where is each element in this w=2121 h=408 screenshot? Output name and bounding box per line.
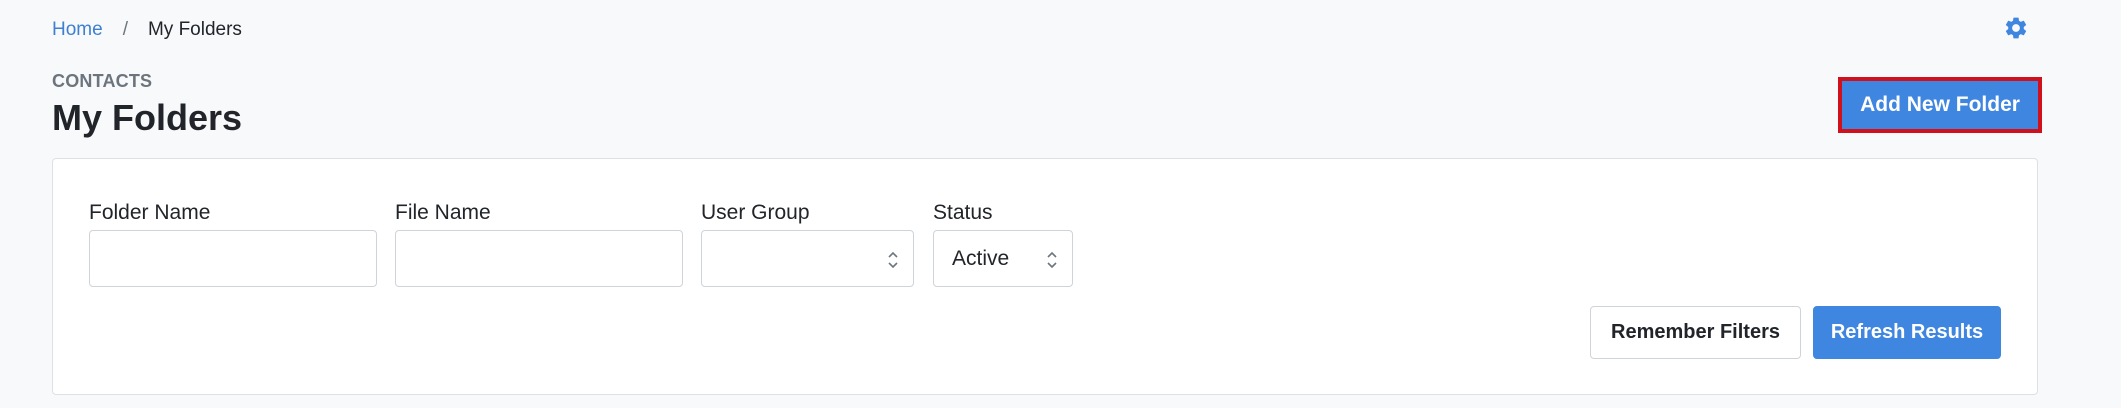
add-new-folder-label: Add New Folder: [1860, 93, 2020, 116]
user-group-label: User Group: [701, 201, 810, 224]
section-eyebrow: CONTACTS: [52, 71, 153, 91]
page-title: My Folders: [52, 97, 243, 138]
file-name-input[interactable]: [395, 230, 683, 287]
chevron-up-down-icon: [1047, 251, 1057, 269]
user-group-select[interactable]: [701, 230, 914, 287]
breadcrumb-current: My Folders: [147, 19, 242, 40]
page: Home / My Folders CONTACTS My Folders Ad…: [0, 0, 2121, 408]
breadcrumb-separator: /: [122, 19, 128, 40]
status-select[interactable]: Active: [933, 230, 1073, 287]
chevron-up-down-icon: [888, 251, 898, 269]
remember-filters-button[interactable]: Remember Filters: [1590, 306, 1801, 359]
status-label: Status: [933, 201, 993, 224]
gear-icon[interactable]: [2003, 15, 2029, 41]
status-selected-value: Active: [952, 246, 1010, 270]
add-new-folder-button[interactable]: Add New Folder: [1838, 77, 2042, 133]
refresh-results-button[interactable]: Refresh Results: [1813, 306, 2001, 359]
folder-name-input[interactable]: [89, 230, 377, 287]
breadcrumb-home-link[interactable]: Home: [52, 18, 103, 42]
folder-name-label: Folder Name: [89, 201, 211, 224]
file-name-label: File Name: [395, 201, 491, 224]
breadcrumb: Home / My Folders: [52, 18, 242, 42]
